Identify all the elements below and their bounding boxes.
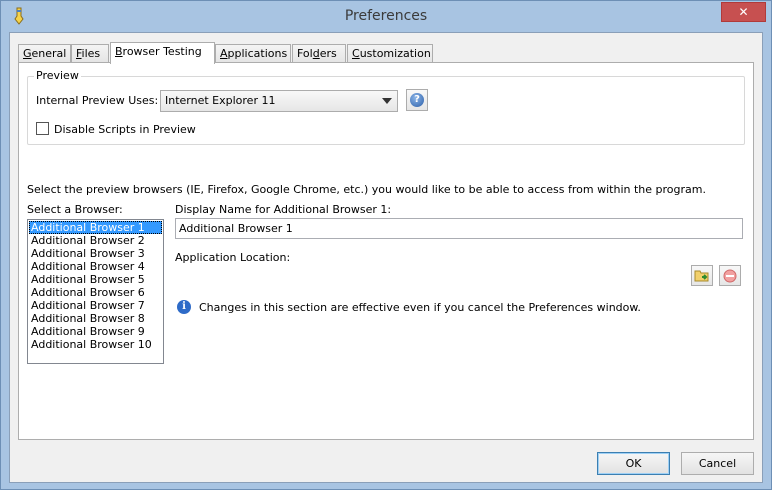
browsers-instructions: Select the preview browsers (IE, Firefox… — [27, 183, 706, 196]
internal-preview-value: Internet Explorer 11 — [165, 94, 276, 107]
tab-general[interactable]: General — [18, 44, 71, 63]
list-item[interactable]: Additional Browser 7 — [29, 299, 162, 312]
close-button[interactable]: ✕ — [721, 2, 766, 22]
display-name-field-box — [175, 218, 743, 239]
list-item[interactable]: Additional Browser 2 — [29, 234, 162, 247]
disable-scripts-label[interactable]: Disable Scripts in Preview — [54, 123, 196, 136]
list-item[interactable]: Additional Browser 3 — [29, 247, 162, 260]
info-icon: i — [177, 300, 191, 314]
open-folder-icon — [694, 270, 709, 282]
remove-application-button[interactable] — [719, 265, 741, 286]
select-browser-label: Select a Browser: — [27, 203, 123, 216]
help-button[interactable]: ? — [406, 89, 428, 111]
cancel-button[interactable]: Cancel — [681, 452, 754, 475]
list-item[interactable]: Additional Browser 6 — [29, 286, 162, 299]
display-name-field[interactable] — [176, 219, 742, 238]
help-icon: ? — [410, 93, 424, 107]
tab-customization[interactable]: Customization — [347, 44, 433, 63]
browse-application-button[interactable] — [691, 265, 713, 286]
disable-scripts-checkbox[interactable] — [36, 122, 49, 135]
tab-browser-testing[interactable]: Browser Testing — [110, 42, 215, 64]
preview-group-title: Preview — [34, 69, 81, 82]
preview-group: Preview Internal Preview Uses: Internet … — [27, 69, 745, 145]
list-item[interactable]: Additional Browser 1 — [29, 221, 162, 234]
internal-preview-label: Internal Preview Uses: — [36, 94, 159, 107]
list-item[interactable]: Additional Browser 8 — [29, 312, 162, 325]
browser-list[interactable]: Additional Browser 1 Additional Browser … — [27, 219, 164, 364]
chevron-down-icon — [382, 98, 392, 104]
preferences-window: Preferences ✕ General Files Browser Test… — [0, 0, 772, 490]
tab-applications[interactable]: Applications — [215, 44, 291, 63]
dialog-client-area: General Files Browser Testing Applicatio… — [9, 32, 763, 483]
tab-folders[interactable]: Folders — [292, 44, 346, 63]
title-bar[interactable]: Preferences ✕ — [1, 1, 771, 32]
remove-icon — [723, 269, 737, 283]
browser-testing-panel: Preview Internal Preview Uses: Internet … — [18, 62, 754, 440]
info-message: Changes in this section are effective ev… — [199, 301, 641, 314]
tab-files[interactable]: Files — [71, 44, 109, 63]
list-item[interactable]: Additional Browser 4 — [29, 260, 162, 273]
window-title: Preferences — [344, 8, 428, 24]
application-location-label: Application Location: — [175, 251, 291, 264]
ok-button[interactable]: OK — [597, 452, 670, 475]
list-item[interactable]: Additional Browser 5 — [29, 273, 162, 286]
list-item[interactable]: Additional Browser 9 — [29, 325, 162, 338]
internal-preview-select[interactable]: Internet Explorer 11 — [160, 90, 398, 112]
display-name-label: Display Name for Additional Browser 1: — [175, 203, 392, 216]
list-item[interactable]: Additional Browser 10 — [29, 338, 162, 351]
